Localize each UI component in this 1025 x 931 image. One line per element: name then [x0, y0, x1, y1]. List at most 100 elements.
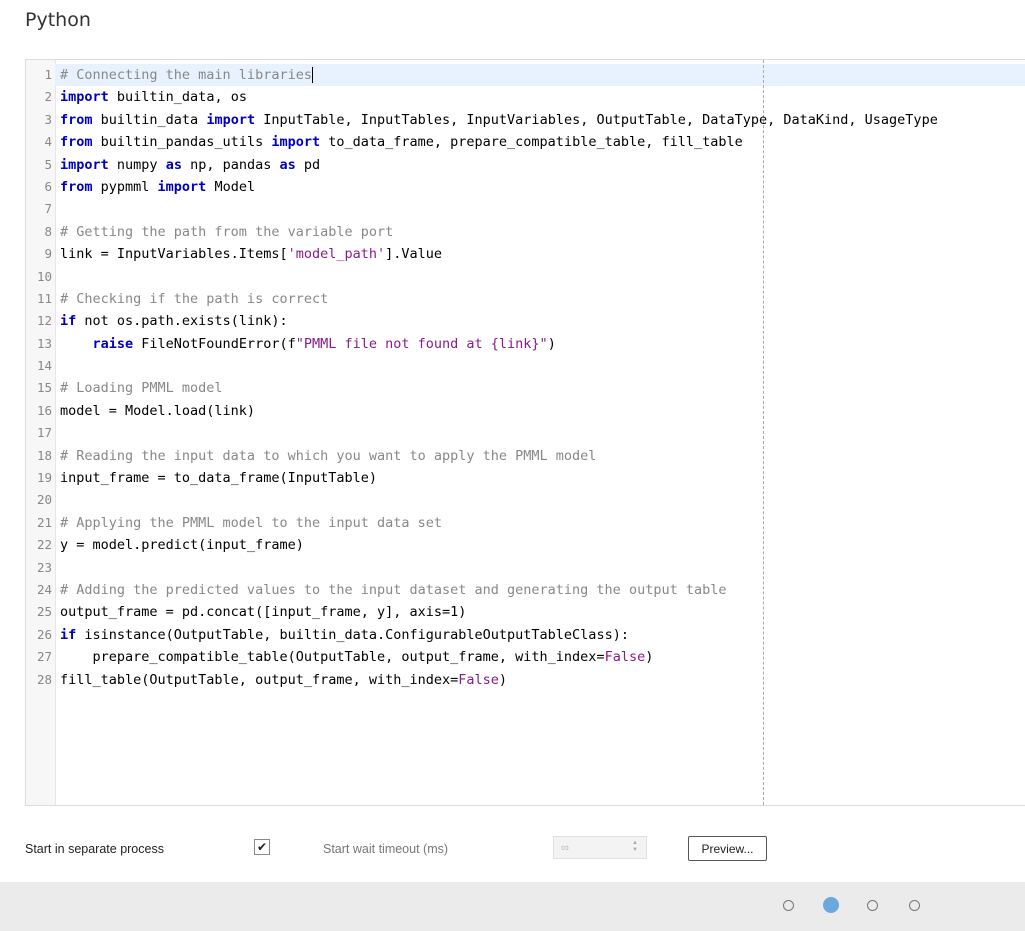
code-token: Model: [206, 178, 256, 195]
code-token: InputTable, InputTables, InputVariables,…: [255, 111, 938, 128]
line-number: 14: [36, 358, 52, 374]
code-text[interactable]: # Reading the input data to which you wa…: [60, 445, 596, 467]
code-line[interactable]: 28 fill_table(OutputTable, output_frame, …: [26, 669, 1025, 691]
code-text[interactable]: fill_table(OutputTable, output_frame, wi…: [60, 669, 507, 691]
text-cursor: [311, 67, 313, 83]
page-dot-2-active[interactable]: [823, 897, 839, 913]
code-line[interactable]: 9 link = InputVariables.Items['model_path…: [26, 243, 1025, 265]
code-text[interactable]: from builtin_data import InputTable, Inp…: [60, 109, 938, 131]
code-text[interactable]: # Getting the path from the variable por…: [60, 221, 393, 243]
line-number: 21: [36, 514, 52, 530]
code-text[interactable]: # Applying the PMML model to the input d…: [60, 512, 442, 534]
code-line[interactable]: 6 from pypmml import Model: [26, 176, 1025, 198]
code-text[interactable]: raise FileNotFoundError(f"PMML file not …: [60, 333, 556, 355]
code-token: as: [165, 156, 182, 173]
code-line[interactable]: 27 prepare_compatible_table(OutputTable,…: [26, 646, 1025, 668]
code-text[interactable]: input_frame = to_data_frame(InputTable): [60, 467, 377, 489]
code-text[interactable]: link = InputVariables.Items['model_path'…: [60, 243, 442, 265]
code-line[interactable]: 10: [26, 266, 1025, 288]
line-number: 18: [36, 447, 52, 463]
code-line[interactable]: 21 # Applying the PMML model to the input…: [26, 512, 1025, 534]
code-text[interactable]: import numpy as np, pandas as pd: [60, 154, 320, 176]
code-token: ): [498, 671, 508, 688]
code-line[interactable]: 22 y = model.predict(input_frame): [26, 534, 1025, 556]
code-text[interactable]: # Checking if the path is correct: [60, 288, 328, 310]
code-line[interactable]: 7: [26, 198, 1025, 220]
line-number: 11: [36, 290, 52, 306]
code-line[interactable]: 23: [26, 557, 1025, 579]
line-number: 28: [36, 671, 52, 687]
code-line[interactable]: 8 # Getting the path from the variable po…: [26, 221, 1025, 243]
code-token: output_frame = pd.concat([input_frame, y…: [60, 604, 467, 621]
page-dot-1[interactable]: [783, 900, 794, 911]
code-token: numpy: [108, 156, 166, 173]
code-token: False: [458, 671, 499, 688]
line-number: 17: [36, 425, 52, 441]
code-token: y = model.predict(input_frame): [60, 537, 304, 554]
code-text[interactable]: from builtin_pandas_utils import to_data…: [60, 131, 743, 153]
page-dot-3[interactable]: [867, 900, 878, 911]
wait-timeout-input[interactable]: [554, 837, 628, 858]
code-line[interactable]: 5 import numpy as np, pandas as pd: [26, 154, 1025, 176]
code-token: import: [60, 156, 109, 173]
code-text[interactable]: # Connecting the main libraries: [60, 64, 313, 86]
code-token: # Connecting the main libraries: [60, 67, 312, 83]
line-number: 4: [44, 134, 52, 150]
code-line[interactable]: 25 output_frame = pd.concat([input_frame,…: [26, 601, 1025, 623]
code-text[interactable]: import builtin_data, os: [60, 86, 247, 108]
line-number: 3: [44, 111, 52, 127]
separate-process-checkbox[interactable]: ✔: [254, 839, 270, 855]
page-title: Python: [25, 9, 91, 31]
wait-timeout-stepper[interactable]: ▲▼: [553, 836, 647, 859]
code-text[interactable]: output_frame = pd.concat([input_frame, y…: [60, 601, 466, 623]
code-text[interactable]: from pypmml import Model: [60, 176, 255, 198]
line-number: 16: [36, 402, 52, 418]
code-line[interactable]: 26 if isinstance(OutputTable, builtin_dat…: [26, 624, 1025, 646]
page-dot-4[interactable]: [909, 900, 920, 911]
code-text[interactable]: if isinstance(OutputTable, builtin_data.…: [60, 624, 629, 646]
code-text[interactable]: y = model.predict(input_frame): [60, 534, 304, 556]
code-line[interactable]: 11 # Checking if the path is correct: [26, 288, 1025, 310]
code-token: from: [60, 178, 93, 195]
code-line[interactable]: 2 import builtin_data, os: [26, 86, 1025, 108]
code-token: as: [279, 156, 296, 173]
code-line[interactable]: 16 model = Model.load(link): [26, 400, 1025, 422]
stepper-arrows-icon[interactable]: ▲ ▼: [632, 840, 638, 854]
code-token: FileNotFoundError(f: [133, 335, 296, 352]
code-text[interactable]: model = Model.load(link): [60, 400, 255, 422]
code-line[interactable]: 24 # Adding the predicted values to the i…: [26, 579, 1025, 601]
code-token: pypmml: [92, 178, 158, 195]
line-number: 23: [36, 559, 52, 575]
line-number: 2: [44, 89, 52, 105]
line-number: 12: [36, 313, 52, 329]
code-line[interactable]: 19 input_frame = to_data_frame(InputTable…: [26, 467, 1025, 489]
line-number: 10: [36, 268, 52, 284]
preview-button[interactable]: Preview...: [688, 836, 767, 861]
code-token: import: [157, 178, 207, 195]
code-line[interactable]: 4 from builtin_pandas_utils import to_dat…: [26, 131, 1025, 153]
code-text[interactable]: # Loading PMML model: [60, 377, 223, 399]
code-line[interactable]: 14: [26, 355, 1025, 377]
separate-process-label: Start in separate process: [25, 842, 164, 856]
code-line[interactable]: 15 # Loading PMML model: [26, 377, 1025, 399]
code-token: ): [547, 335, 556, 352]
code-token: raise: [92, 335, 134, 352]
code-line[interactable]: 18 # Reading the input data to which you …: [26, 445, 1025, 467]
code-token: builtin_pandas_utils: [92, 134, 272, 151]
code-token: fill_table(OutputTable, output_frame, wi…: [60, 671, 459, 688]
code-token: ].Value: [385, 246, 443, 263]
code-editor[interactable]: 1 # Connecting the main libraries 2 import …: [25, 59, 1025, 806]
code-token: link = InputVariables.Items[: [60, 246, 288, 263]
code-line[interactable]: 3 from builtin_data import InputTable, In…: [26, 109, 1025, 131]
code-token: builtin_data: [92, 111, 207, 128]
code-text[interactable]: if not os.path.exists(link):: [60, 310, 288, 332]
code-line[interactable]: 1 # Connecting the main libraries: [26, 64, 1025, 86]
code-text[interactable]: prepare_compatible_table(OutputTable, ou…: [60, 646, 654, 668]
code-line[interactable]: 13 raise FileNotFoundError(f"PMML file n…: [26, 333, 1025, 355]
code-token: # Checking if the path is correct: [60, 290, 329, 307]
code-line[interactable]: 17: [26, 422, 1025, 444]
code-line[interactable]: 12 if not os.path.exists(link):: [26, 310, 1025, 332]
code-lines[interactable]: 1 # Connecting the main libraries 2 import …: [26, 64, 1025, 691]
code-line[interactable]: 20: [26, 489, 1025, 511]
code-text[interactable]: # Adding the predicted values to the inp…: [60, 579, 726, 601]
